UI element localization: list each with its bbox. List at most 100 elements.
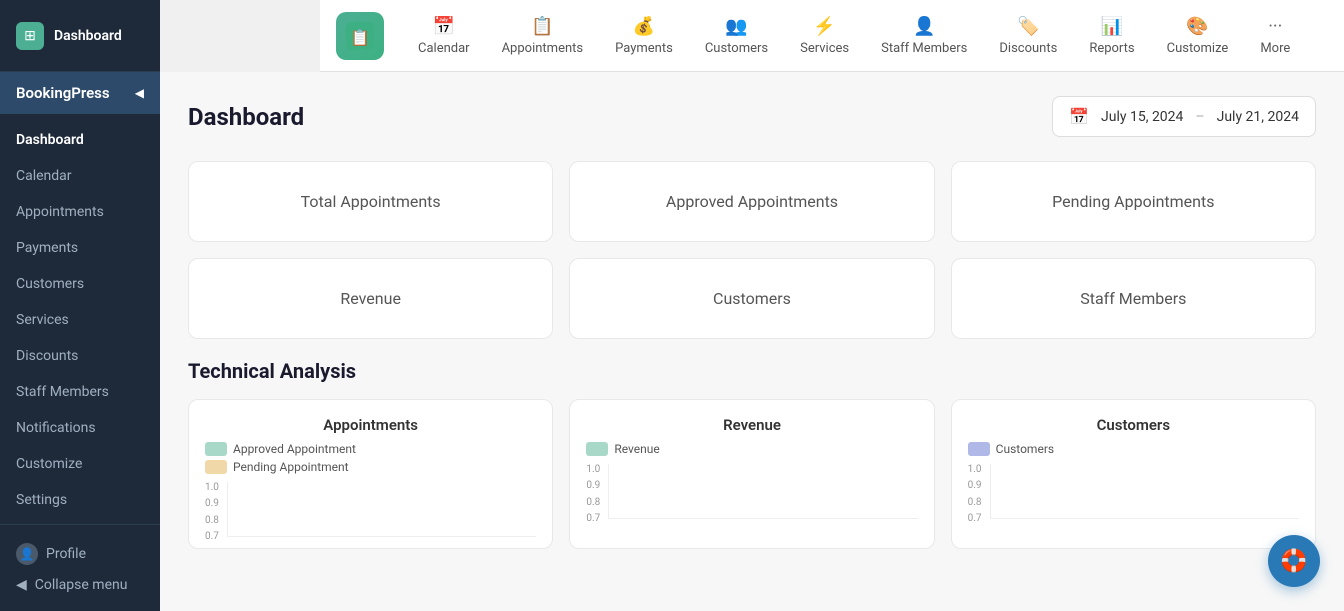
legend-pending-label: Pending Appointment xyxy=(233,460,349,474)
date-end: July 21, 2024 xyxy=(1217,109,1299,125)
profile-label: Profile xyxy=(46,546,86,562)
sidebar-item-settings[interactable]: Settings xyxy=(0,482,160,518)
legend-customers: Customers xyxy=(968,442,1299,456)
main-content: Dashboard 📅 July 15, 2024 – July 21, 202… xyxy=(160,72,1344,611)
stat-card-approved-appointments[interactable]: Approved Appointments xyxy=(569,161,934,242)
sidebar-item-appointments[interactable]: Appointments xyxy=(0,194,160,230)
nav-item-services[interactable]: ⚡ Services xyxy=(786,8,863,64)
sidebar-item-notifications[interactable]: Notifications xyxy=(0,410,160,446)
dashboard-icon: ⊞ xyxy=(16,22,44,50)
appointments-chart-body: 1.0 0.9 0.8 0.7 xyxy=(205,482,536,542)
nav-label-services: Services xyxy=(800,41,849,56)
page-title: Dashboard xyxy=(188,103,304,131)
nav-label-reports: Reports xyxy=(1089,41,1134,56)
legend-approved-label: Approved Appointment xyxy=(233,442,356,456)
payments-icon: 💰 xyxy=(633,16,655,37)
stat-card-customers[interactable]: Customers xyxy=(569,258,934,339)
nav-item-reports[interactable]: 📊 Reports xyxy=(1075,8,1148,64)
date-separator: – xyxy=(1195,109,1204,125)
customers-chart-legend: Customers xyxy=(968,442,1299,456)
customers-chart-title: Customers xyxy=(968,416,1299,434)
fab-icon: 🛟 xyxy=(1280,549,1307,574)
stat-label-staff-members: Staff Members xyxy=(1080,289,1186,308)
sidebar-item-staff-members[interactable]: Staff Members xyxy=(0,374,160,410)
date-start: July 15, 2024 xyxy=(1101,109,1183,125)
sidebar-item-customers[interactable]: Customers xyxy=(0,266,160,302)
nav-label-staff: Staff Members xyxy=(881,41,967,56)
customers-y-axis: 1.0 0.9 0.8 0.7 xyxy=(968,464,984,524)
revenue-y-axis: 1.0 0.9 0.8 0.7 xyxy=(586,464,602,524)
stat-label-pending-appointments: Pending Appointments xyxy=(1052,192,1214,211)
dashboard-header: Dashboard 📅 July 15, 2024 – July 21, 202… xyxy=(188,96,1316,137)
sidebar-item-dashboard[interactable]: Dashboard xyxy=(0,122,160,158)
reports-icon: 📊 xyxy=(1101,16,1123,37)
svg-text:📋: 📋 xyxy=(350,28,370,47)
stat-card-total-appointments[interactable]: Total Appointments xyxy=(188,161,553,242)
sidebar-item-customize[interactable]: Customize xyxy=(0,446,160,482)
nav-item-discounts[interactable]: 🏷️ Discounts xyxy=(985,8,1071,64)
stat-label-revenue: Revenue xyxy=(340,289,401,308)
sidebar-item-discounts[interactable]: Discounts xyxy=(0,338,160,374)
nav-item-payments[interactable]: 💰 Payments xyxy=(601,8,687,64)
stat-card-pending-appointments[interactable]: Pending Appointments xyxy=(951,161,1316,242)
legend-customers-label: Customers xyxy=(996,442,1054,456)
more-icon: ··· xyxy=(1268,16,1282,37)
nav-label-appointments: Appointments xyxy=(502,41,584,56)
sidebar: ⊞ Dashboard BookingPress ◀ Dashboard Cal… xyxy=(0,0,160,611)
legend-customers-color xyxy=(968,442,990,456)
nav-item-more[interactable]: ··· More xyxy=(1246,8,1304,64)
appointments-chart-title: Appointments xyxy=(205,416,536,434)
staff-icon: 👤 xyxy=(913,16,935,37)
collapse-label: Collapse menu xyxy=(35,577,128,593)
legend-approved-color xyxy=(205,442,227,456)
appointments-chart-card: Appointments Approved Appointment Pendin… xyxy=(188,399,553,549)
stat-card-staff-members[interactable]: Staff Members xyxy=(951,258,1316,339)
sidebar-brand-label: BookingPress xyxy=(16,84,110,102)
legend-revenue-label: Revenue xyxy=(614,442,659,456)
logo: 📋 xyxy=(336,12,384,60)
nav-items: 📅 Calendar 📋 Appointments 💰 Payments 👥 C… xyxy=(404,8,1328,64)
stat-card-revenue[interactable]: Revenue xyxy=(188,258,553,339)
top-nav: 📋 📅 Calendar 📋 Appointments 💰 Payments � xyxy=(320,0,1344,72)
revenue-chart-legend: Revenue xyxy=(586,442,917,456)
sidebar-item-payments[interactable]: Payments xyxy=(0,230,160,266)
nav-item-customize[interactable]: 🎨 Customize xyxy=(1153,8,1243,64)
revenue-chart-title: Revenue xyxy=(586,416,917,434)
revenue-chart-area xyxy=(608,464,917,519)
sidebar-brand[interactable]: BookingPress ◀ xyxy=(0,72,160,114)
stat-label-total-appointments: Total Appointments xyxy=(301,192,441,211)
nav-label-discounts: Discounts xyxy=(999,41,1057,56)
legend-revenue-color xyxy=(586,442,608,456)
nav-label-more: More xyxy=(1260,41,1290,56)
services-icon: ⚡ xyxy=(813,16,835,37)
sidebar-brand-arrow: ◀ xyxy=(135,86,144,100)
sidebar-nav: Dashboard Calendar Appointments Payments… xyxy=(0,114,160,524)
customers-chart-area xyxy=(990,464,1299,519)
sidebar-header-label: Dashboard xyxy=(54,28,122,44)
nav-label-calendar: Calendar xyxy=(418,41,470,56)
appointments-icon: 📋 xyxy=(531,16,553,37)
sidebar-footer: 👤 Profile ◀ Collapse menu xyxy=(0,524,160,611)
calendar-icon: 📅 xyxy=(433,16,455,37)
charts-grid: Appointments Approved Appointment Pendin… xyxy=(188,399,1316,549)
nav-item-appointments[interactable]: 📋 Appointments xyxy=(488,8,598,64)
sidebar-profile[interactable]: 👤 Profile xyxy=(16,537,144,571)
stat-label-approved-appointments: Approved Appointments xyxy=(666,192,838,211)
sidebar-header: ⊞ Dashboard xyxy=(0,0,160,72)
appointments-chart-area xyxy=(227,482,536,537)
discounts-icon: 🏷️ xyxy=(1017,16,1039,37)
customize-icon: 🎨 xyxy=(1186,16,1208,37)
revenue-chart-body: 1.0 0.9 0.8 0.7 xyxy=(586,464,917,524)
nav-item-staff[interactable]: 👤 Staff Members xyxy=(867,8,981,64)
date-range-picker[interactable]: 📅 July 15, 2024 – July 21, 2024 xyxy=(1052,96,1316,137)
customers-chart-card: Customers Customers 1.0 0.9 0.8 xyxy=(951,399,1316,549)
sidebar-collapse-button[interactable]: ◀ Collapse menu xyxy=(16,571,144,599)
appointments-y-axis: 1.0 0.9 0.8 0.7 xyxy=(205,482,221,542)
revenue-chart-card: Revenue Revenue 1.0 0.9 0.8 xyxy=(569,399,934,549)
fab-help-button[interactable]: 🛟 xyxy=(1268,535,1320,587)
sidebar-item-calendar[interactable]: Calendar xyxy=(0,158,160,194)
customers-chart-body: 1.0 0.9 0.8 0.7 xyxy=(968,464,1299,524)
nav-item-calendar[interactable]: 📅 Calendar xyxy=(404,8,484,64)
sidebar-item-services[interactable]: Services xyxy=(0,302,160,338)
nav-item-customers[interactable]: 👥 Customers xyxy=(691,8,782,64)
